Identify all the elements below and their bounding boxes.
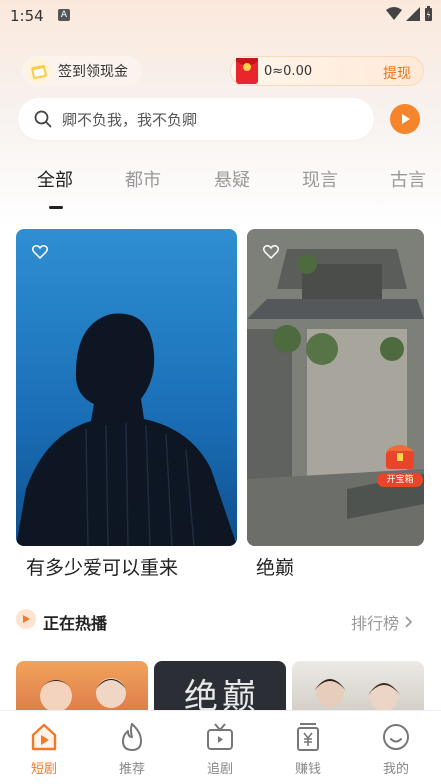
nav-label: 推荐 [118,762,145,777]
status-bar: 1:54 A [0,0,441,32]
search-placeholder: 卿不负我，我不负卿 [62,110,198,129]
smile-icon [383,724,409,750]
ranking-label: 排行榜 [351,614,400,633]
treasure-chest-badge[interactable]: 开宝箱 [377,439,423,489]
chevron-right-icon [405,616,413,628]
notification-icon: A [58,9,70,21]
tab-all[interactable]: 全部 [37,166,73,192]
search-icon [34,110,52,128]
battery-icon [425,6,432,21]
calendar-icon [26,58,52,84]
heart-icon[interactable] [263,245,279,259]
signal-icon [406,7,420,21]
search-input[interactable]: 卿不负我，我不负卿 [18,98,374,140]
drama-card-2[interactable]: 开宝箱 [247,229,424,546]
red-packet-icon [236,58,258,84]
yen-icon [297,723,319,751]
nav-label: 我的 [382,762,409,777]
home-play-icon [31,723,57,751]
status-time: 1:54 [10,7,44,25]
bottom-nav: 短剧 推荐 追剧 赚钱 我的 [0,710,441,784]
nav-profile[interactable]: 我的 [366,721,426,777]
card-2-poster [247,229,424,546]
wallet-amount: 0≈0.00 [264,64,313,79]
tab-ancient-romance[interactable]: 古言 [390,166,426,192]
nav-label: 追剧 [206,762,233,777]
nav-earn[interactable]: 赚钱 [278,721,338,777]
wifi-icon [386,7,402,20]
nav-following[interactable]: 追剧 [190,721,250,777]
drama-card-1[interactable] [16,229,237,546]
ranking-link[interactable]: 排行榜 [351,610,413,634]
hot-play-icon [16,609,36,629]
card-2-title[interactable]: 绝巅 [256,553,294,580]
status-icons [386,6,433,22]
flame-icon [122,723,142,751]
active-tab-indicator [49,206,63,209]
card-1-title[interactable]: 有多少爱可以重来 [26,553,178,580]
checkin-label: 签到领现金 [58,64,128,80]
category-tabs: 全部 都市 悬疑 现言 古言 [0,166,441,209]
nav-recommend[interactable]: 推荐 [102,721,162,777]
nav-short-drama[interactable]: 短剧 [14,721,74,777]
tab-modern-romance[interactable]: 现言 [302,166,338,192]
card-1-poster [16,313,237,546]
checkin-button[interactable]: 签到领现金 [22,56,142,86]
nav-label: 短剧 [30,762,57,777]
wallet-bar[interactable]: 0≈0.00 提现 [230,56,424,86]
play-button[interactable] [390,104,420,134]
heart-icon[interactable] [32,245,48,259]
tv-icon [207,723,233,750]
play-icon [402,114,410,124]
section-title: 正在热播 [43,614,108,633]
withdraw-button[interactable]: 提现 [383,63,411,83]
treasure-chest-label: 开宝箱 [377,473,423,487]
nav-label: 赚钱 [294,762,321,777]
tab-suspense[interactable]: 悬疑 [214,166,250,192]
tab-urban[interactable]: 都市 [125,166,161,192]
treasure-chest-icon [386,445,414,469]
